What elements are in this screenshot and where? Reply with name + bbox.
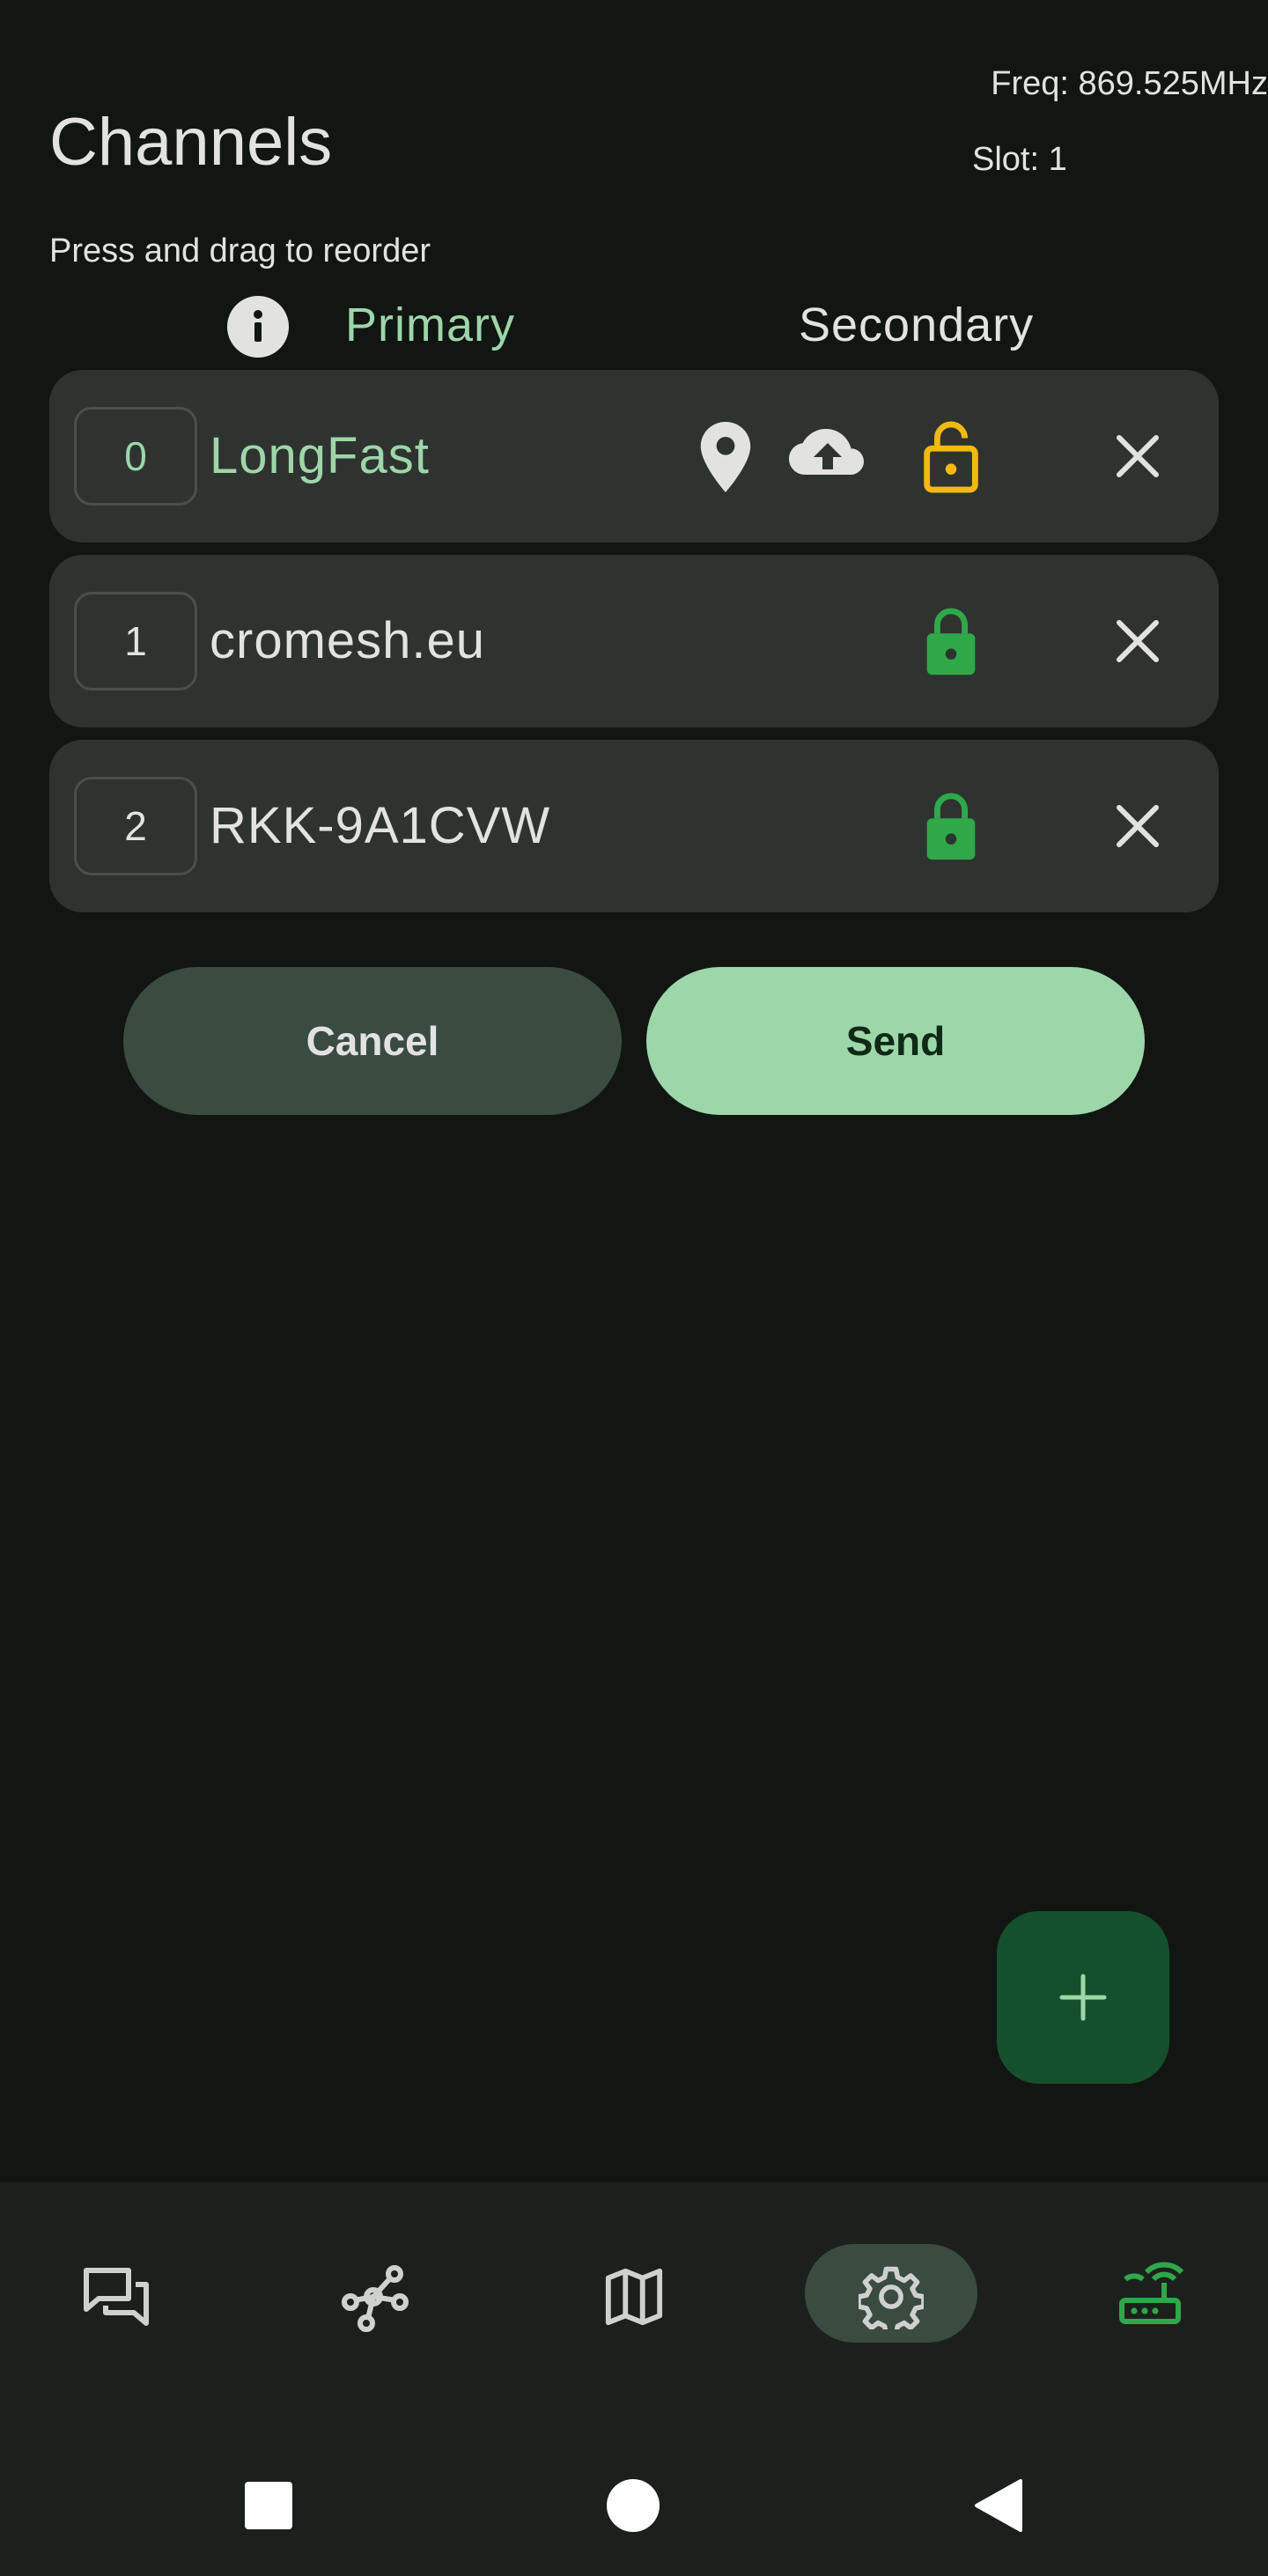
close-icon[interactable] xyxy=(1102,606,1173,676)
nodes-icon[interactable] xyxy=(321,2244,426,2350)
conversations-icon[interactable] xyxy=(63,2244,169,2350)
send-button[interactable]: Send xyxy=(646,967,1145,1115)
reorder-hint: Press and drag to reorder xyxy=(49,233,431,269)
lock-icon[interactable] xyxy=(914,602,988,682)
secondary-column-label: Secondary xyxy=(799,299,1035,351)
lock-open-icon[interactable] xyxy=(914,417,988,497)
back-icon[interactable] xyxy=(958,2466,1037,2545)
channel-row[interactable]: 2 RKK-9A1CVW xyxy=(49,740,1219,912)
channel-name[interactable]: LongFast xyxy=(210,426,430,485)
channel-name[interactable]: RKK-9A1CVW xyxy=(210,796,550,855)
frequency-label: Freq: 869.525MHz xyxy=(991,65,1268,102)
recents-icon[interactable] xyxy=(229,2466,308,2545)
info-icon[interactable] xyxy=(227,296,289,358)
settings-icon[interactable] xyxy=(838,2244,944,2350)
channel-row[interactable]: 0 LongFast xyxy=(49,370,1219,543)
channel-name[interactable]: cromesh.eu xyxy=(210,611,485,670)
channel-index: 1 xyxy=(74,592,197,690)
bottom-navigation xyxy=(0,2182,1268,2431)
connection-icon[interactable] xyxy=(1097,2244,1203,2350)
page-title: Channels xyxy=(49,105,333,180)
channel-row[interactable]: 1 cromesh.eu xyxy=(49,555,1219,727)
primary-column-label: Primary xyxy=(345,299,515,351)
home-icon[interactable] xyxy=(593,2466,673,2545)
channel-index: 0 xyxy=(74,407,197,506)
slot-label: Slot: 1 xyxy=(972,141,1067,178)
close-icon[interactable] xyxy=(1102,791,1173,861)
channel-index: 2 xyxy=(74,777,197,875)
cloud-upload-icon[interactable] xyxy=(784,417,872,497)
location-icon[interactable] xyxy=(690,417,761,497)
add-channel-button[interactable] xyxy=(997,1911,1169,2084)
lock-icon[interactable] xyxy=(914,787,988,867)
system-navigation-bar xyxy=(0,2431,1268,2576)
cancel-button[interactable]: Cancel xyxy=(123,967,622,1115)
plus-icon xyxy=(1059,1974,1107,2021)
close-icon[interactable] xyxy=(1102,421,1173,491)
map-icon[interactable] xyxy=(581,2244,687,2350)
